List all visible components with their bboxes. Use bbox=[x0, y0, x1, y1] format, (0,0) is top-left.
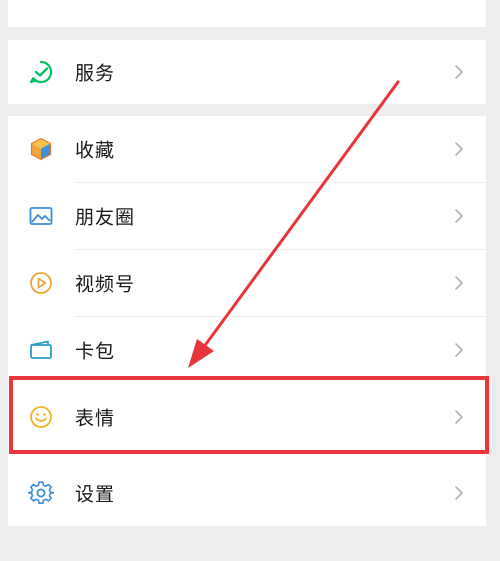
chevron-right-icon bbox=[454, 342, 464, 358]
menu-item-label: 卡包 bbox=[75, 340, 116, 363]
settings-gear-icon bbox=[28, 480, 54, 506]
menu-item-label: 朋友圈 bbox=[75, 206, 136, 229]
chevron-right-icon bbox=[454, 208, 464, 224]
menu-item-label: 收藏 bbox=[75, 139, 116, 162]
top-card-partial bbox=[8, 0, 486, 27]
chevron-right-icon bbox=[454, 485, 464, 501]
menu-item-favorites[interactable]: 收藏 bbox=[8, 116, 486, 182]
menu-item-settings[interactable]: 设置 bbox=[8, 460, 486, 526]
menu-item-services[interactable]: 服务 bbox=[8, 39, 486, 105]
services-card: 服务 bbox=[8, 40, 486, 104]
sticker-smiley-icon bbox=[28, 404, 54, 430]
menu-item-label: 表情 bbox=[75, 407, 116, 430]
channels-play-icon bbox=[28, 270, 54, 296]
menu-item-label: 设置 bbox=[75, 483, 116, 506]
chevron-right-icon bbox=[454, 275, 464, 291]
menu-item-channels[interactable]: 视频号 bbox=[8, 250, 486, 316]
chevron-right-icon bbox=[454, 64, 464, 80]
menu-item-moments[interactable]: 朋友圈 bbox=[8, 183, 486, 249]
main-menu-card: 收藏 朋友圈 视频号 卡包 表情 设置 bbox=[8, 116, 486, 526]
chevron-right-icon bbox=[454, 409, 464, 425]
chevron-right-icon bbox=[454, 141, 464, 157]
menu-item-label: 视频号 bbox=[75, 273, 136, 296]
menu-item-card-wallet[interactable]: 卡包 bbox=[8, 317, 486, 383]
menu-item-label: 服务 bbox=[75, 62, 116, 85]
favorites-cube-icon bbox=[28, 136, 54, 162]
card-wallet-icon bbox=[28, 337, 54, 363]
moments-picture-icon bbox=[28, 203, 54, 229]
menu-item-stickers[interactable]: 表情 bbox=[8, 384, 486, 450]
wechat-pay-check-icon bbox=[28, 59, 54, 85]
